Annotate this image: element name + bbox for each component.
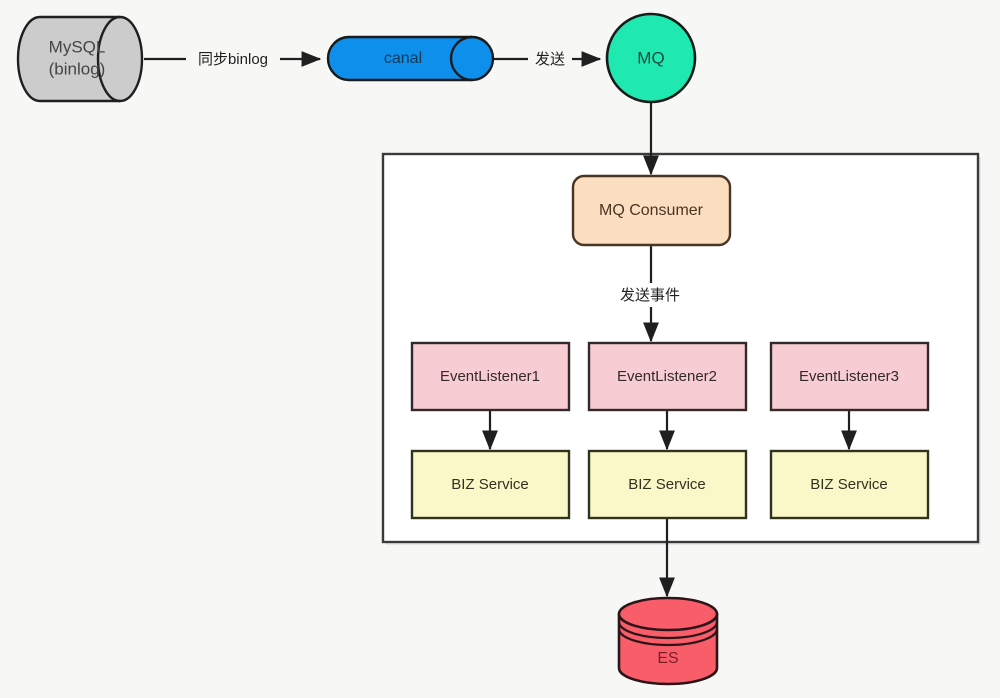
node-biz-service-3[interactable]: BIZ Service xyxy=(769,449,930,520)
biz-service-1-label: BIZ Service xyxy=(451,476,529,493)
node-mq-consumer[interactable]: MQ Consumer xyxy=(571,174,732,247)
node-event-listener-3[interactable]: EventListener3 xyxy=(769,341,930,412)
event-listener-3-label: EventListener3 xyxy=(799,368,899,385)
node-mq[interactable]: MQ xyxy=(605,12,697,104)
biz-service-2-label: BIZ Service xyxy=(628,476,706,493)
es-label: ES xyxy=(657,650,678,667)
edge-mysql-to-canal: 同步binlog xyxy=(144,47,322,71)
node-mysql[interactable]: MySQL (binlog) xyxy=(16,15,144,103)
node-es[interactable]: ES xyxy=(617,596,719,686)
node-event-listener-1[interactable]: EventListener1 xyxy=(410,341,571,412)
node-event-listener-2[interactable]: EventListener2 xyxy=(587,341,748,412)
node-biz-service-1[interactable]: BIZ Service xyxy=(410,449,571,520)
event-listener-1-label: EventListener1 xyxy=(440,368,540,385)
mysql-label-line1: MySQL xyxy=(49,37,106,56)
architecture-diagram: 同步binlog 发送 发送事件 MySQL (binlog) canal MQ… xyxy=(16,12,981,686)
canal-label: canal xyxy=(384,50,422,67)
event-listener-2-label: EventListener2 xyxy=(617,368,717,385)
edge-canal-to-mq: 发送 xyxy=(494,47,602,71)
biz-service-3-label: BIZ Service xyxy=(810,476,888,493)
mysql-label-line2: (binlog) xyxy=(49,59,106,78)
es-cylinder-top xyxy=(617,596,719,632)
diagram-canvas: 同步binlog 发送 发送事件 MySQL (binlog) canal MQ… xyxy=(0,0,1000,698)
edge-label-mysql-to-canal: 同步binlog xyxy=(198,51,268,68)
edge-label-canal-to-mq: 发送 xyxy=(535,51,565,68)
node-biz-service-2[interactable]: BIZ Service xyxy=(587,449,748,520)
node-canal[interactable]: canal xyxy=(326,35,495,82)
mq-consumer-label: MQ Consumer xyxy=(599,202,704,219)
edge-label-consumer-to-listeners: 发送事件 xyxy=(620,287,680,304)
mq-label: MQ xyxy=(637,48,664,67)
